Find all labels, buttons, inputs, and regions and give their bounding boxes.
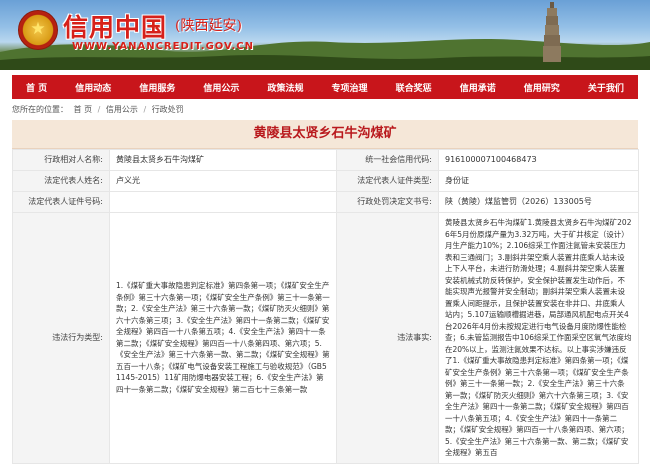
value-legal-rep-id-type: 身份证 bbox=[438, 170, 639, 192]
label-legal-rep-id-number: 法定代表人证件号码: bbox=[12, 191, 110, 213]
value-violation-facts: 黄陵县太贤乡石牛沟煤矿1.黄陵县太贤乡石牛沟煤矿2026年5月份原煤产量为3.3… bbox=[438, 212, 639, 464]
nav-credit-commitment[interactable]: 信用承诺 bbox=[460, 81, 496, 94]
nav-credit-service[interactable]: 信用服务 bbox=[139, 81, 175, 94]
label-party-name: 行政相对人名称: bbox=[12, 149, 110, 171]
nav-policy[interactable]: 政策法规 bbox=[267, 81, 303, 94]
nav-credit-research[interactable]: 信用研究 bbox=[524, 81, 560, 94]
record-title: 黄陵县太贤乡石牛沟煤矿 bbox=[12, 120, 638, 149]
nav-credit-news[interactable]: 信用动态 bbox=[75, 81, 111, 94]
main-nav: 首 页 信用动态 信用服务 信用公示 政策法规 专项治理 联合奖惩 信用承诺 信… bbox=[12, 75, 638, 99]
site-url: WWW.YANANCREDIT.GOV.CN bbox=[72, 41, 254, 52]
nav-home[interactable]: 首 页 bbox=[26, 81, 47, 94]
nav-credit-disclosure[interactable]: 信用公示 bbox=[203, 81, 239, 94]
breadcrumb-credit-disclosure[interactable]: 信用公示 bbox=[106, 105, 138, 114]
site-banner: ★ 信用中国 (陕西延安) WWW.YANANCREDIT.GOV.CN bbox=[0, 0, 650, 70]
record-panel: 黄陵县太贤乡石牛沟煤矿 行政相对人名称: 黄陵县太贤乡石牛沟煤矿 统一社会信用代… bbox=[12, 120, 639, 464]
site-subtitle: (陕西延安) bbox=[175, 18, 242, 34]
nav-joint-rewards[interactable]: 联合奖惩 bbox=[396, 81, 432, 94]
breadcrumb-separator: / bbox=[143, 105, 147, 114]
breadcrumb-prefix: 您所在的位置： bbox=[12, 105, 68, 114]
value-legal-rep-id-number bbox=[109, 191, 337, 213]
table-row: 行政相对人名称: 黄陵县太贤乡石牛沟煤矿 统一社会信用代码: 916100007… bbox=[12, 149, 639, 171]
label-violation-type: 违法行为类型: bbox=[12, 212, 110, 464]
breadcrumb-penalty: 行政处罚 bbox=[151, 105, 184, 114]
value-party-name: 黄陵县太贤乡石牛沟煤矿 bbox=[109, 149, 337, 171]
record-table: 行政相对人名称: 黄陵县太贤乡石牛沟煤矿 统一社会信用代码: 916100007… bbox=[12, 149, 639, 464]
nav-about-us[interactable]: 关于我们 bbox=[588, 81, 624, 94]
table-row: 违法行为类型: 1.《煤矿重大事故隐患判定标准》第四条第一项；《煤矿安全生产条例… bbox=[12, 212, 639, 464]
label-decision-doc-number: 行政处罚决定文书号: bbox=[336, 191, 439, 213]
label-credit-code: 统一社会信用代码: bbox=[336, 149, 439, 171]
label-legal-rep-id-type: 法定代表人证件类型: bbox=[336, 170, 439, 192]
value-violation-type: 1.《煤矿重大事故隐患判定标准》第四条第一项；《煤矿安全生产条例》第三十六条第一… bbox=[109, 212, 337, 464]
breadcrumb: 您所在的位置： 首 页 / 信用公示 / 行政处罚 bbox=[12, 104, 187, 115]
table-row: 法定代表人证件号码: 行政处罚决定文书号: 陕（黄陵）煤监管罚（2026）133… bbox=[12, 191, 639, 213]
table-row: 法定代表人姓名: 卢义光 法定代表人证件类型: 身份证 bbox=[12, 170, 639, 192]
national-emblem-icon: ★ bbox=[18, 10, 58, 50]
site-title: 信用中国 bbox=[63, 13, 168, 42]
breadcrumb-separator: / bbox=[97, 105, 101, 114]
label-legal-rep-name: 法定代表人姓名: bbox=[12, 170, 110, 192]
nav-special-governance[interactable]: 专项治理 bbox=[332, 81, 368, 94]
breadcrumb-home[interactable]: 首 页 bbox=[74, 105, 93, 114]
value-credit-code: 91610000710046847З bbox=[438, 149, 639, 171]
value-legal-rep-name: 卢义光 bbox=[109, 170, 337, 192]
pagoda-icon bbox=[543, 2, 561, 62]
label-violation-facts: 违法事实: bbox=[336, 212, 439, 464]
value-decision-doc-number: 陕（黄陵）煤监管罚（2026）133005号 bbox=[438, 191, 639, 213]
